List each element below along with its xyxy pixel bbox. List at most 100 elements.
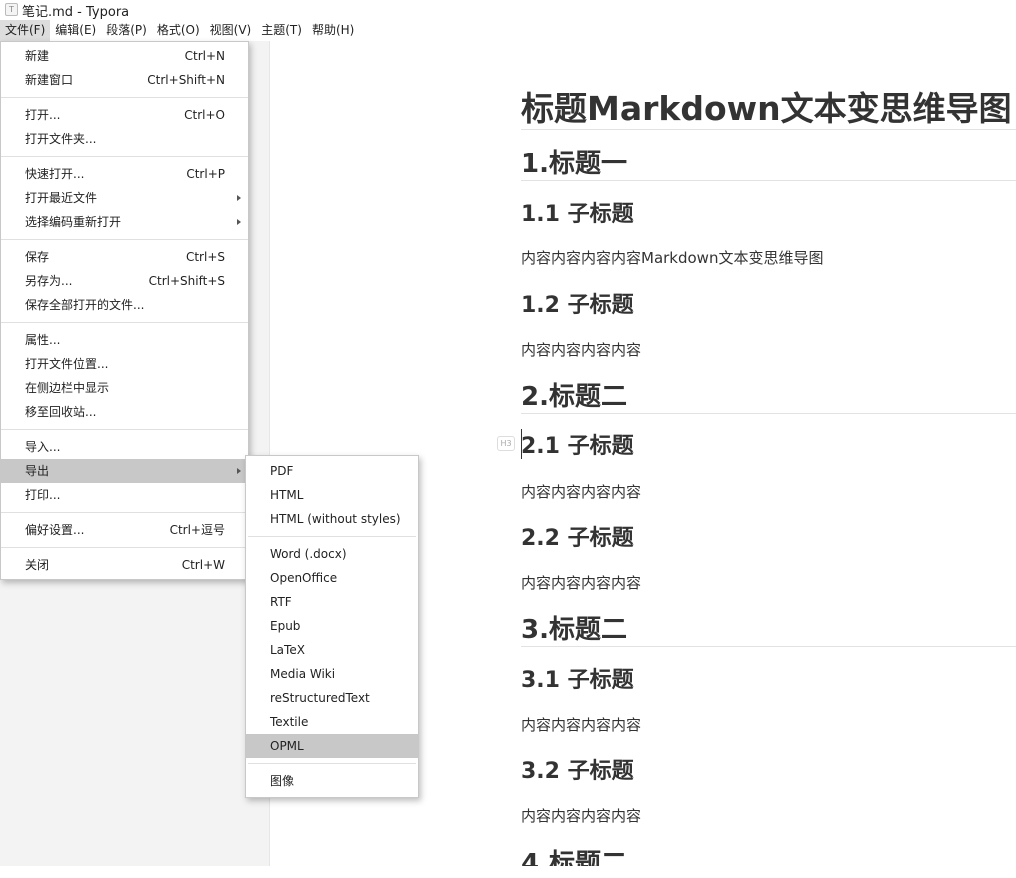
heading-underline xyxy=(521,413,1016,414)
menu-item-label: 打印... xyxy=(25,488,61,502)
menu-item-label: RTF xyxy=(270,595,292,609)
menu-item-new-window[interactable]: 新建窗口 Ctrl+Shift+N xyxy=(1,68,248,92)
menu-item-open-folder[interactable]: 打开文件夹... xyxy=(1,127,248,151)
export-restructuredtext[interactable]: reStructuredText xyxy=(246,686,418,710)
export-openoffice[interactable]: OpenOffice xyxy=(246,566,418,590)
menu-separator xyxy=(1,156,248,157)
export-rtf[interactable]: RTF xyxy=(246,590,418,614)
menu-item-label: Epub xyxy=(270,619,301,633)
submenu-arrow-icon xyxy=(237,468,241,474)
menu-separator xyxy=(1,97,248,98)
menu-item-label: 新建窗口 xyxy=(25,73,74,87)
menu-item-label: Media Wiki xyxy=(270,667,336,681)
menu-item-shortcut: Ctrl+O xyxy=(184,108,225,122)
menu-format[interactable]: 格式(O) xyxy=(152,20,205,41)
export-mediawiki[interactable]: Media Wiki xyxy=(246,662,418,686)
menu-item-label: 打开最近文件 xyxy=(25,191,98,205)
menu-item-import[interactable]: 导入... xyxy=(1,435,248,459)
heading-3[interactable]: 3.标题二 xyxy=(521,614,627,646)
menu-view[interactable]: 视图(V) xyxy=(205,20,257,41)
heading-level-badge: H3 xyxy=(497,436,515,451)
menu-item-preferences[interactable]: 偏好设置... Ctrl+逗号 xyxy=(1,518,248,542)
menu-item-label: HTML xyxy=(270,488,304,502)
export-pdf[interactable]: PDF xyxy=(246,459,418,483)
menu-item-close[interactable]: 关闭 Ctrl+W xyxy=(1,553,248,577)
export-textile[interactable]: Textile xyxy=(246,710,418,734)
menu-item-shortcut: Ctrl+S xyxy=(185,250,225,264)
menu-item-label: OPML xyxy=(270,739,304,753)
menu-item-label: 快速打开... xyxy=(25,167,85,181)
menu-item-reveal-sidebar[interactable]: 在侧边栏中显示 xyxy=(1,376,248,400)
menu-item-label: 图像 xyxy=(270,774,295,788)
menu-item-shortcut: Ctrl+Shift+N xyxy=(147,73,225,87)
paragraph-2-2[interactable]: 内容内容内容内容 xyxy=(521,573,641,593)
menu-separator xyxy=(1,512,248,513)
heading-2-1[interactable]: 2.1 子标题 xyxy=(521,433,634,461)
heading-3-1[interactable]: 3.1 子标题 xyxy=(521,667,634,695)
menu-item-properties[interactable]: 属性... xyxy=(1,328,248,352)
heading-4[interactable]: 4.标题二 xyxy=(521,848,627,866)
menu-item-print[interactable]: 打印... xyxy=(1,483,248,507)
paragraph-2-1[interactable]: 内容内容内容内容 xyxy=(521,482,641,502)
heading-3-2[interactable]: 3.2 子标题 xyxy=(521,758,634,786)
export-latex[interactable]: LaTeX xyxy=(246,638,418,662)
paragraph-1-1[interactable]: 内容内容内容内容Markdown文本变思维导图 xyxy=(521,248,823,268)
menu-item-shortcut: Ctrl+W xyxy=(181,558,225,572)
paragraph-3-2[interactable]: 内容内容内容内容 xyxy=(521,806,641,826)
menu-item-open[interactable]: 打开... Ctrl+O xyxy=(1,103,248,127)
menu-edit[interactable]: 编辑(E) xyxy=(50,20,101,41)
menu-separator xyxy=(1,239,248,240)
menu-item-label: 选择编码重新打开 xyxy=(25,215,122,229)
menu-item-label: LaTeX xyxy=(270,643,305,657)
heading-1-2[interactable]: 1.2 子标题 xyxy=(521,292,634,320)
menu-item-label: 在侧边栏中显示 xyxy=(25,381,110,395)
menu-item-export[interactable]: 导出 xyxy=(1,459,248,483)
menu-item-label: HTML (without styles) xyxy=(270,512,401,526)
menu-item-quick-open[interactable]: 快速打开... Ctrl+P xyxy=(1,162,248,186)
menu-item-save[interactable]: 保存 Ctrl+S xyxy=(1,245,248,269)
heading-title[interactable]: 标题Markdown文本变思维导图 xyxy=(521,89,1012,129)
menu-item-save-all[interactable]: 保存全部打开的文件... xyxy=(1,293,248,317)
menu-help[interactable]: 帮助(H) xyxy=(307,20,359,41)
submenu-arrow-icon xyxy=(237,195,241,201)
menu-item-label: 关闭 xyxy=(25,558,50,572)
heading-2[interactable]: 2.标题二 xyxy=(521,381,627,413)
menu-themes[interactable]: 主题(T) xyxy=(256,20,307,41)
menu-item-move-to-trash[interactable]: 移至回收站... xyxy=(1,400,248,424)
paragraph-1-2[interactable]: 内容内容内容内容 xyxy=(521,340,641,360)
heading-1[interactable]: 1.标题一 xyxy=(521,148,627,180)
export-epub[interactable]: Epub xyxy=(246,614,418,638)
menu-item-label: 打开文件夹... xyxy=(25,132,97,146)
heading-underline xyxy=(521,180,1016,181)
menu-item-label: 导入... xyxy=(25,440,61,454)
export-opml[interactable]: OPML xyxy=(246,734,418,758)
export-html[interactable]: HTML xyxy=(246,483,418,507)
menu-item-new[interactable]: 新建 Ctrl+N xyxy=(1,44,248,68)
heading-underline xyxy=(521,129,1016,130)
menu-item-open-location[interactable]: 打开文件位置... xyxy=(1,352,248,376)
menu-item-open-recent[interactable]: 打开最近文件 xyxy=(1,186,248,210)
menu-separator xyxy=(1,547,248,548)
export-image[interactable]: 图像 xyxy=(246,769,418,793)
menu-item-save-as[interactable]: 另存为... Ctrl+Shift+S xyxy=(1,269,248,293)
menu-item-label: 新建 xyxy=(25,49,50,63)
menu-item-label: 保存 xyxy=(25,250,50,264)
menu-item-shortcut: Ctrl+逗号 xyxy=(169,523,225,537)
export-word[interactable]: Word (.docx) xyxy=(246,542,418,566)
menu-item-shortcut: Ctrl+Shift+S xyxy=(148,274,225,288)
menu-item-label: 打开文件位置... xyxy=(25,357,109,371)
heading-1-1[interactable]: 1.1 子标题 xyxy=(521,201,634,229)
menu-file[interactable]: 文件(F) xyxy=(0,20,51,41)
menu-item-label: 另存为... xyxy=(25,274,73,288)
file-menu: 新建 Ctrl+N 新建窗口 Ctrl+Shift+N 打开... Ctrl+O… xyxy=(0,41,249,580)
menu-item-reopen-encoding[interactable]: 选择编码重新打开 xyxy=(1,210,248,234)
menu-item-label: reStructuredText xyxy=(270,691,370,705)
export-html-without-styles[interactable]: HTML (without styles) xyxy=(246,507,418,531)
paragraph-3-1[interactable]: 内容内容内容内容 xyxy=(521,715,641,735)
window-title: 笔记.md - Typora xyxy=(22,5,130,20)
menu-separator xyxy=(248,536,416,537)
typora-app-icon: T xyxy=(5,3,18,16)
heading-2-2[interactable]: 2.2 子标题 xyxy=(521,525,634,553)
menu-paragraph[interactable]: 段落(P) xyxy=(101,20,152,41)
menu-separator xyxy=(1,322,248,323)
